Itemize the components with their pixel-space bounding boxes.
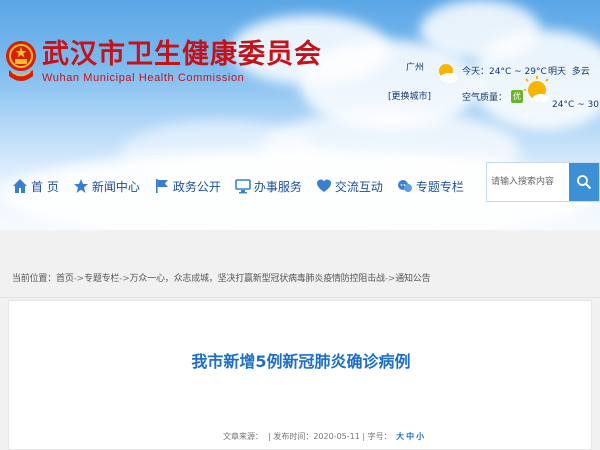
weather-city: 广州 [更换城市]: [388, 60, 431, 102]
sun-cloud-icon: [439, 64, 458, 83]
nav-item-topics[interactable]: 专题专栏: [395, 170, 466, 202]
chat-icon: [397, 178, 413, 194]
nav-item-home[interactable]: 首 页: [10, 170, 61, 202]
air-quality: 空气质量： 优: [462, 90, 524, 103]
font-size-label: 字号：: [367, 432, 392, 441]
monitor-icon: [235, 178, 251, 194]
article-date-label: 发布时间：: [273, 432, 314, 441]
tomorrow-temp: 24°C ~ 30°C: [552, 100, 600, 110]
article-date: 2020-05-11: [313, 432, 360, 441]
search-input[interactable]: [487, 163, 569, 201]
breadcrumb-item-home[interactable]: 首页: [56, 274, 74, 284]
article-panel: 我市新增5例新冠肺炎确诊病例 文章来源： | 发布时间：2020-05-11 |…: [8, 300, 592, 450]
search-icon: [577, 175, 592, 190]
breadcrumb: 当前位置：首页->专题专栏->万众一心，众志成城，坚决打赢新型冠状病毒肺炎疫情防…: [12, 274, 431, 284]
font-size-medium[interactable]: 中: [406, 432, 414, 441]
star-icon: [73, 178, 89, 194]
breadcrumb-item-campaign[interactable]: 万众一心，众志成城，坚决打赢新型冠状病毒肺炎疫情防控阻击战: [130, 274, 385, 284]
breadcrumb-label: 当前位置：: [12, 274, 57, 284]
site-logo[interactable]: 武汉市卫生健康委员会 Wuhan Municipal Health Commis…: [4, 36, 322, 88]
search-box: [486, 162, 600, 202]
flag-icon: [154, 178, 170, 194]
city-name: 广州: [406, 63, 425, 73]
site-title-en: Wuhan Municipal Health Commission: [42, 72, 245, 84]
home-icon: [12, 178, 28, 194]
nav-item-news[interactable]: 新闻中心: [71, 170, 142, 202]
search-button[interactable]: [569, 163, 599, 201]
breadcrumb-item-notice[interactable]: 通知公告: [395, 274, 430, 284]
national-emblem-icon: [6, 41, 36, 81]
font-size-large[interactable]: 大: [396, 432, 404, 441]
nav-item-interaction[interactable]: 交流互动: [314, 170, 385, 202]
site-title-cn: 武汉市卫生健康委员会: [42, 39, 322, 70]
heart-icon: [316, 178, 332, 194]
article-title: 我市新增5例新冠肺炎确诊病例: [191, 352, 411, 371]
font-size-small[interactable]: 小: [416, 432, 424, 441]
sun-icon: [524, 76, 549, 102]
article-source: 文章来源：: [223, 432, 263, 441]
site-header: 武汉市卫生健康委员会 Wuhan Municipal Health Commis…: [0, 0, 600, 230]
main-nav: 首 页 新闻中心 政务公开 办事服务 交流互动 专题专栏: [10, 170, 476, 202]
breadcrumb-item-topics[interactable]: 专题专栏: [84, 274, 119, 284]
nav-item-gov-info[interactable]: 政务公开: [152, 170, 223, 202]
breadcrumb-bar: 当前位置：首页->专题专栏->万众一心，众志成城，坚决打赢新型冠状病毒肺炎疫情防…: [0, 258, 600, 298]
nav-item-services[interactable]: 办事服务: [233, 170, 304, 202]
article-meta: 文章来源： | 发布时间：2020-05-11 | 字号： 大中小: [223, 432, 425, 441]
switch-city-link[interactable]: [更换城市]: [388, 89, 431, 102]
tomorrow-weather: 明天 多云: [548, 67, 590, 77]
aqi-badge: 优: [511, 90, 524, 103]
